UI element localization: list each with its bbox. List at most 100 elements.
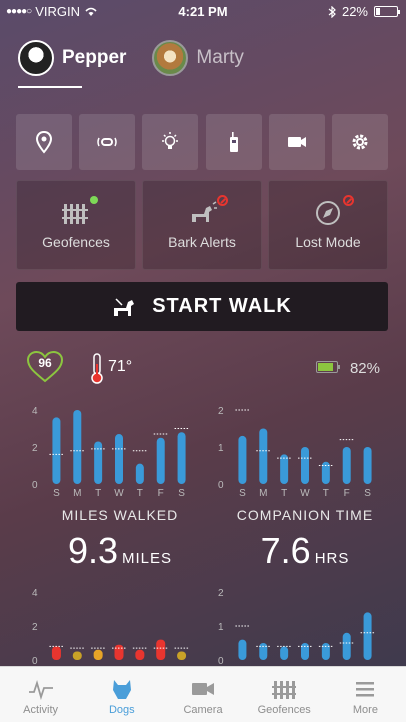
heart-score: 96 [26,350,64,384]
dog-tab-pepper[interactable]: Pepper [18,40,126,76]
companion-time-chart: 0 1 2 S M T W T F S [218,406,372,498]
bar [114,644,124,660]
status-on-dot [90,196,98,204]
bar [321,643,330,660]
x-tick-label: F [344,488,350,498]
bar [342,447,351,484]
vitals-row: 96 71° 82% [26,350,380,386]
miles-walked-chart: 0 2 4 S M T W T F S [32,406,189,498]
dog-selector: Pepper Marty [18,40,244,76]
bar [156,639,166,660]
tab-label: More [352,704,378,716]
bar [115,434,123,484]
bark-alerts-card[interactable]: Bark Alerts [142,180,262,270]
fence-icon [62,204,88,224]
gear-icon [352,134,368,150]
barking-dog-icon [192,201,217,222]
x-tick-label: S [239,488,246,498]
location-button[interactable] [16,114,72,170]
tab-dogs[interactable]: Dogs [81,667,162,722]
dog-tab-marty[interactable]: Marty [152,40,244,76]
x-tick-label: M [73,488,81,498]
activity-pulse-icon [28,679,53,700]
temperature: 71° [108,358,133,375]
menu-icon [356,682,375,697]
collar-icon [97,137,117,147]
x-tick-label: W [300,488,310,498]
avatar [18,40,54,76]
bar [51,646,61,660]
active-tab-indicator [18,86,82,88]
y-tick-label: 2 [218,406,224,417]
feature-cards: Geofences Bark Alerts Lost Mode [16,180,388,270]
start-walk-button[interactable]: START WALK [16,282,388,331]
y-tick-label: 2 [32,622,38,633]
bar [94,441,103,484]
x-tick-label: S [178,488,185,498]
y-tick-label: 4 [32,406,38,417]
miles-walked-label: MILES WALKED [61,507,179,523]
bar [135,649,145,660]
video-button[interactable] [268,114,325,170]
bar [259,643,268,660]
settings-button[interactable] [331,114,388,170]
dog-head-icon [112,680,131,699]
battery-percent: 22% [341,4,368,19]
bluetooth-icon [328,5,336,18]
y-tick-label: 1 [218,622,224,633]
bar [93,649,103,660]
video-camera-icon [287,137,306,147]
bar [259,428,268,484]
dog-name: Pepper [62,47,127,68]
bar [177,651,187,660]
status-bar: ●●●●○ VIRGIN 4:21 PM 22% [0,0,406,22]
walking-dog-icon [114,297,135,316]
bar [342,632,351,660]
feature-label: Geofences [42,234,110,250]
collar-battery-percent: 82% [349,360,380,377]
y-tick-label: 0 [32,480,38,491]
tab-camera[interactable]: Camera [162,667,243,722]
talk-button[interactable] [205,114,262,170]
tab-activity[interactable]: Activity [0,667,81,722]
bottom-tab-bar: Activity Dogs Camera Geofences More [0,666,406,722]
geofences-card[interactable]: Geofences [16,180,136,270]
companion-time-label: COMPANION TIME [236,507,374,523]
camera-icon [192,683,214,695]
y-tick-label: 4 [32,588,38,599]
compass-icon [316,201,340,225]
status-off-icon [217,195,228,206]
y-tick-label: 1 [218,443,224,454]
collar-battery-icon [316,361,340,373]
avatar [152,40,189,76]
x-tick-label: T [137,488,143,498]
battery-icon [374,6,400,17]
x-tick-label: W [114,488,124,498]
x-tick-label: T [95,488,101,498]
x-tick-label: T [323,488,329,498]
lost-mode-card[interactable]: Lost Mode [268,180,388,270]
light-button[interactable] [142,114,199,170]
tab-more[interactable]: More [325,667,406,722]
fence-icon [272,681,297,699]
bar [280,646,289,660]
companion-time-unit: HRS [314,550,350,567]
bar [363,612,372,660]
bar [73,410,82,484]
bar [363,447,372,484]
tab-label: Geofences [257,704,311,716]
collar-button[interactable] [79,114,136,170]
bar [301,643,309,660]
walkie-talkie-icon [229,132,238,152]
miles-walked-value: 9.3 MILES [40,530,200,572]
dog-name: Marty [196,47,244,68]
y-tick-label: 0 [218,480,224,491]
tab-label: Activity [23,704,59,716]
y-tick-label: 0 [218,656,224,666]
tab-geofences[interactable]: Geofences [244,667,325,722]
bar [52,417,61,484]
feature-label: Lost Mode [295,234,361,250]
bar [72,651,82,660]
start-walk-label: START WALK [152,295,292,317]
x-tick-label: S [53,488,60,498]
